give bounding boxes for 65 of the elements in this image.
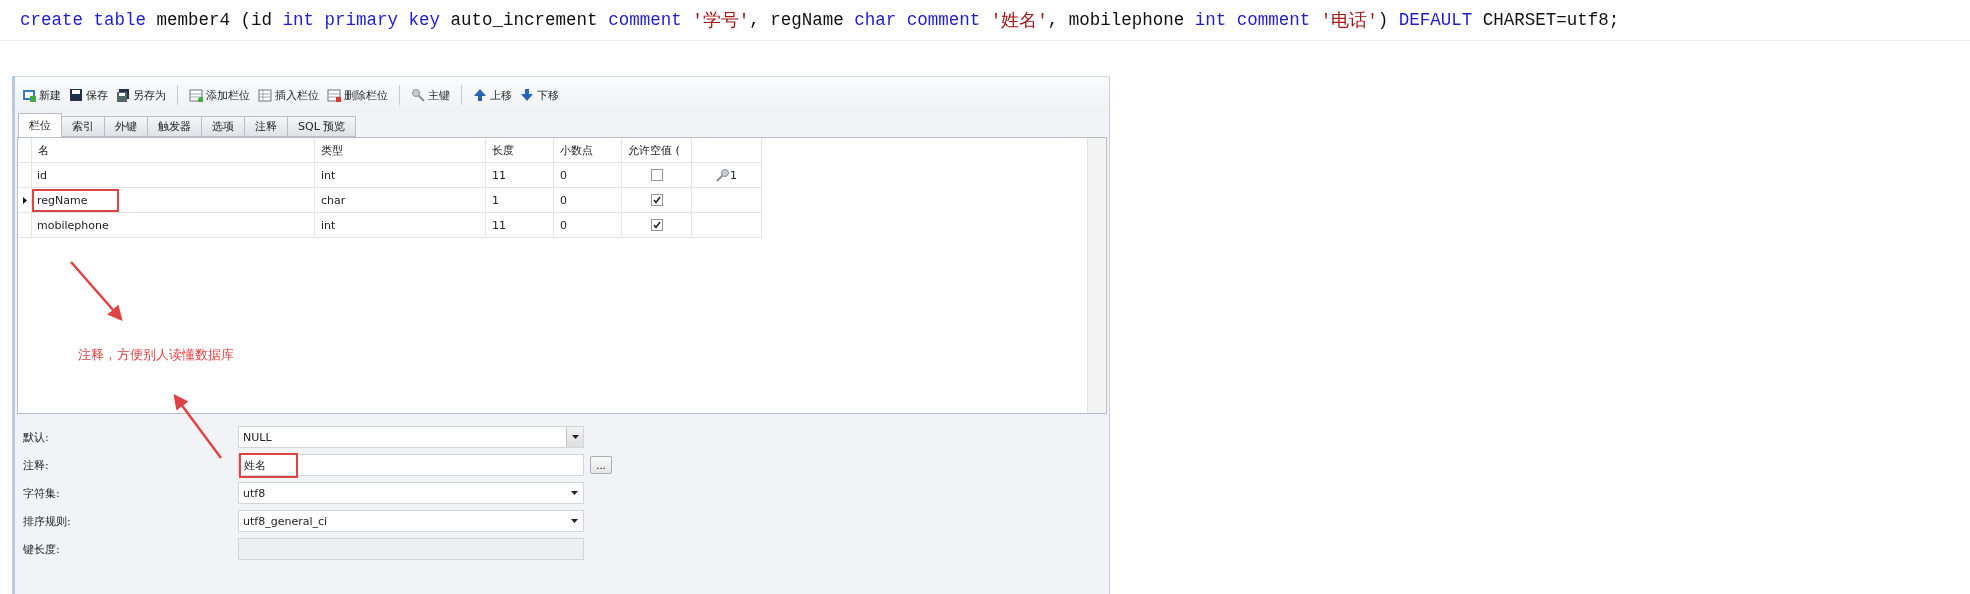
annotation-arrow — [173, 394, 222, 459]
table-cell: 0 — [554, 213, 622, 238]
checkbox[interactable] — [650, 169, 663, 181]
floppy-disks-icon — [116, 88, 130, 102]
grid-corner-cell — [18, 138, 32, 163]
field-label: 默认: — [23, 429, 50, 445]
field-label: 注释: — [23, 457, 50, 473]
column-header: 小数点 — [554, 138, 622, 163]
toolbar-button[interactable]: 新建 — [19, 85, 64, 105]
toolbar-button[interactable]: 主键 — [408, 85, 453, 105]
field-label: 字符集: — [23, 485, 61, 501]
row-pointer-icon — [22, 196, 27, 204]
table-cell: 0 — [554, 188, 622, 213]
checkbox[interactable] — [650, 219, 663, 231]
annotation-text: 注释，方便别人读懂数据库 — [78, 346, 234, 364]
tab[interactable]: 触发器 — [147, 116, 202, 137]
tab[interactable]: 栏位 — [18, 113, 62, 137]
table-delete-icon — [327, 88, 341, 102]
up-arrow-icon — [473, 88, 487, 102]
field-label: 排序规则: — [23, 513, 72, 529]
new-file-icon — [22, 88, 36, 102]
tab[interactable]: SQL 预览 — [287, 116, 357, 137]
column-header: 长度 — [486, 138, 554, 163]
table-add-icon — [189, 88, 203, 102]
key-order: 1 — [730, 168, 737, 182]
key-length-field[interactable] — [238, 538, 584, 560]
column-header: 名 — [32, 138, 315, 163]
down-arrow-icon — [520, 88, 534, 102]
dropdown-field[interactable]: utf8 — [238, 482, 584, 504]
dropdown-field[interactable]: utf8_general_ci — [238, 510, 584, 532]
dropdown-arrow-icon — [571, 491, 578, 495]
sql-statement: create table member4 (id int primary key auto_increment comment '学号', regName char comment '姓名', mobilephone int comment '电话') DEFAULT CHARSET=utf8; — [0, 0, 1970, 41]
dropdown-arrow-icon — [571, 435, 579, 439]
table-cell: 11 — [486, 163, 554, 188]
toolbar-button[interactable]: 下移 — [517, 85, 562, 105]
toolbar-button[interactable]: 保存 — [66, 85, 111, 105]
toolbar-button[interactable]: 删除栏位 — [324, 85, 391, 105]
table-cell: int — [315, 213, 486, 238]
dropdown-arrow-icon — [571, 519, 578, 523]
more-button[interactable]: ... — [590, 456, 612, 474]
table-cell: 11 — [486, 213, 554, 238]
tab[interactable]: 选项 — [201, 116, 245, 137]
tab[interactable]: 注释 — [244, 116, 288, 137]
toolbar-button[interactable]: 上移 — [470, 85, 515, 105]
column-header: 允许空值 ( — [622, 138, 692, 163]
name-cell-text: regName — [32, 188, 120, 212]
table-cell: 1 — [486, 188, 554, 213]
toolbar-button[interactable]: 插入栏位 — [255, 85, 322, 105]
checkbox[interactable] — [650, 194, 663, 206]
tab[interactable]: 外键 — [104, 116, 148, 137]
toolbar-button[interactable]: 另存为 — [113, 85, 169, 105]
field-label: 键长度: — [23, 541, 61, 557]
column-header: 类型 — [315, 138, 486, 163]
table-cell: int — [315, 163, 486, 188]
comment-field[interactable]: 姓名 — [238, 454, 584, 476]
table-cell: char — [315, 188, 486, 213]
annotation-arrow — [70, 261, 123, 321]
default-combo[interactable]: NULL — [238, 426, 584, 448]
name-cell-text: mobilephone — [36, 217, 110, 234]
comment-text: 姓名 — [239, 452, 298, 478]
table-insert-icon — [258, 88, 272, 102]
tab[interactable]: 索引 — [61, 116, 105, 137]
table-cell: 0 — [554, 163, 622, 188]
name-cell-text: id — [36, 167, 49, 184]
toolbar-button[interactable]: 添加栏位 — [186, 85, 253, 105]
